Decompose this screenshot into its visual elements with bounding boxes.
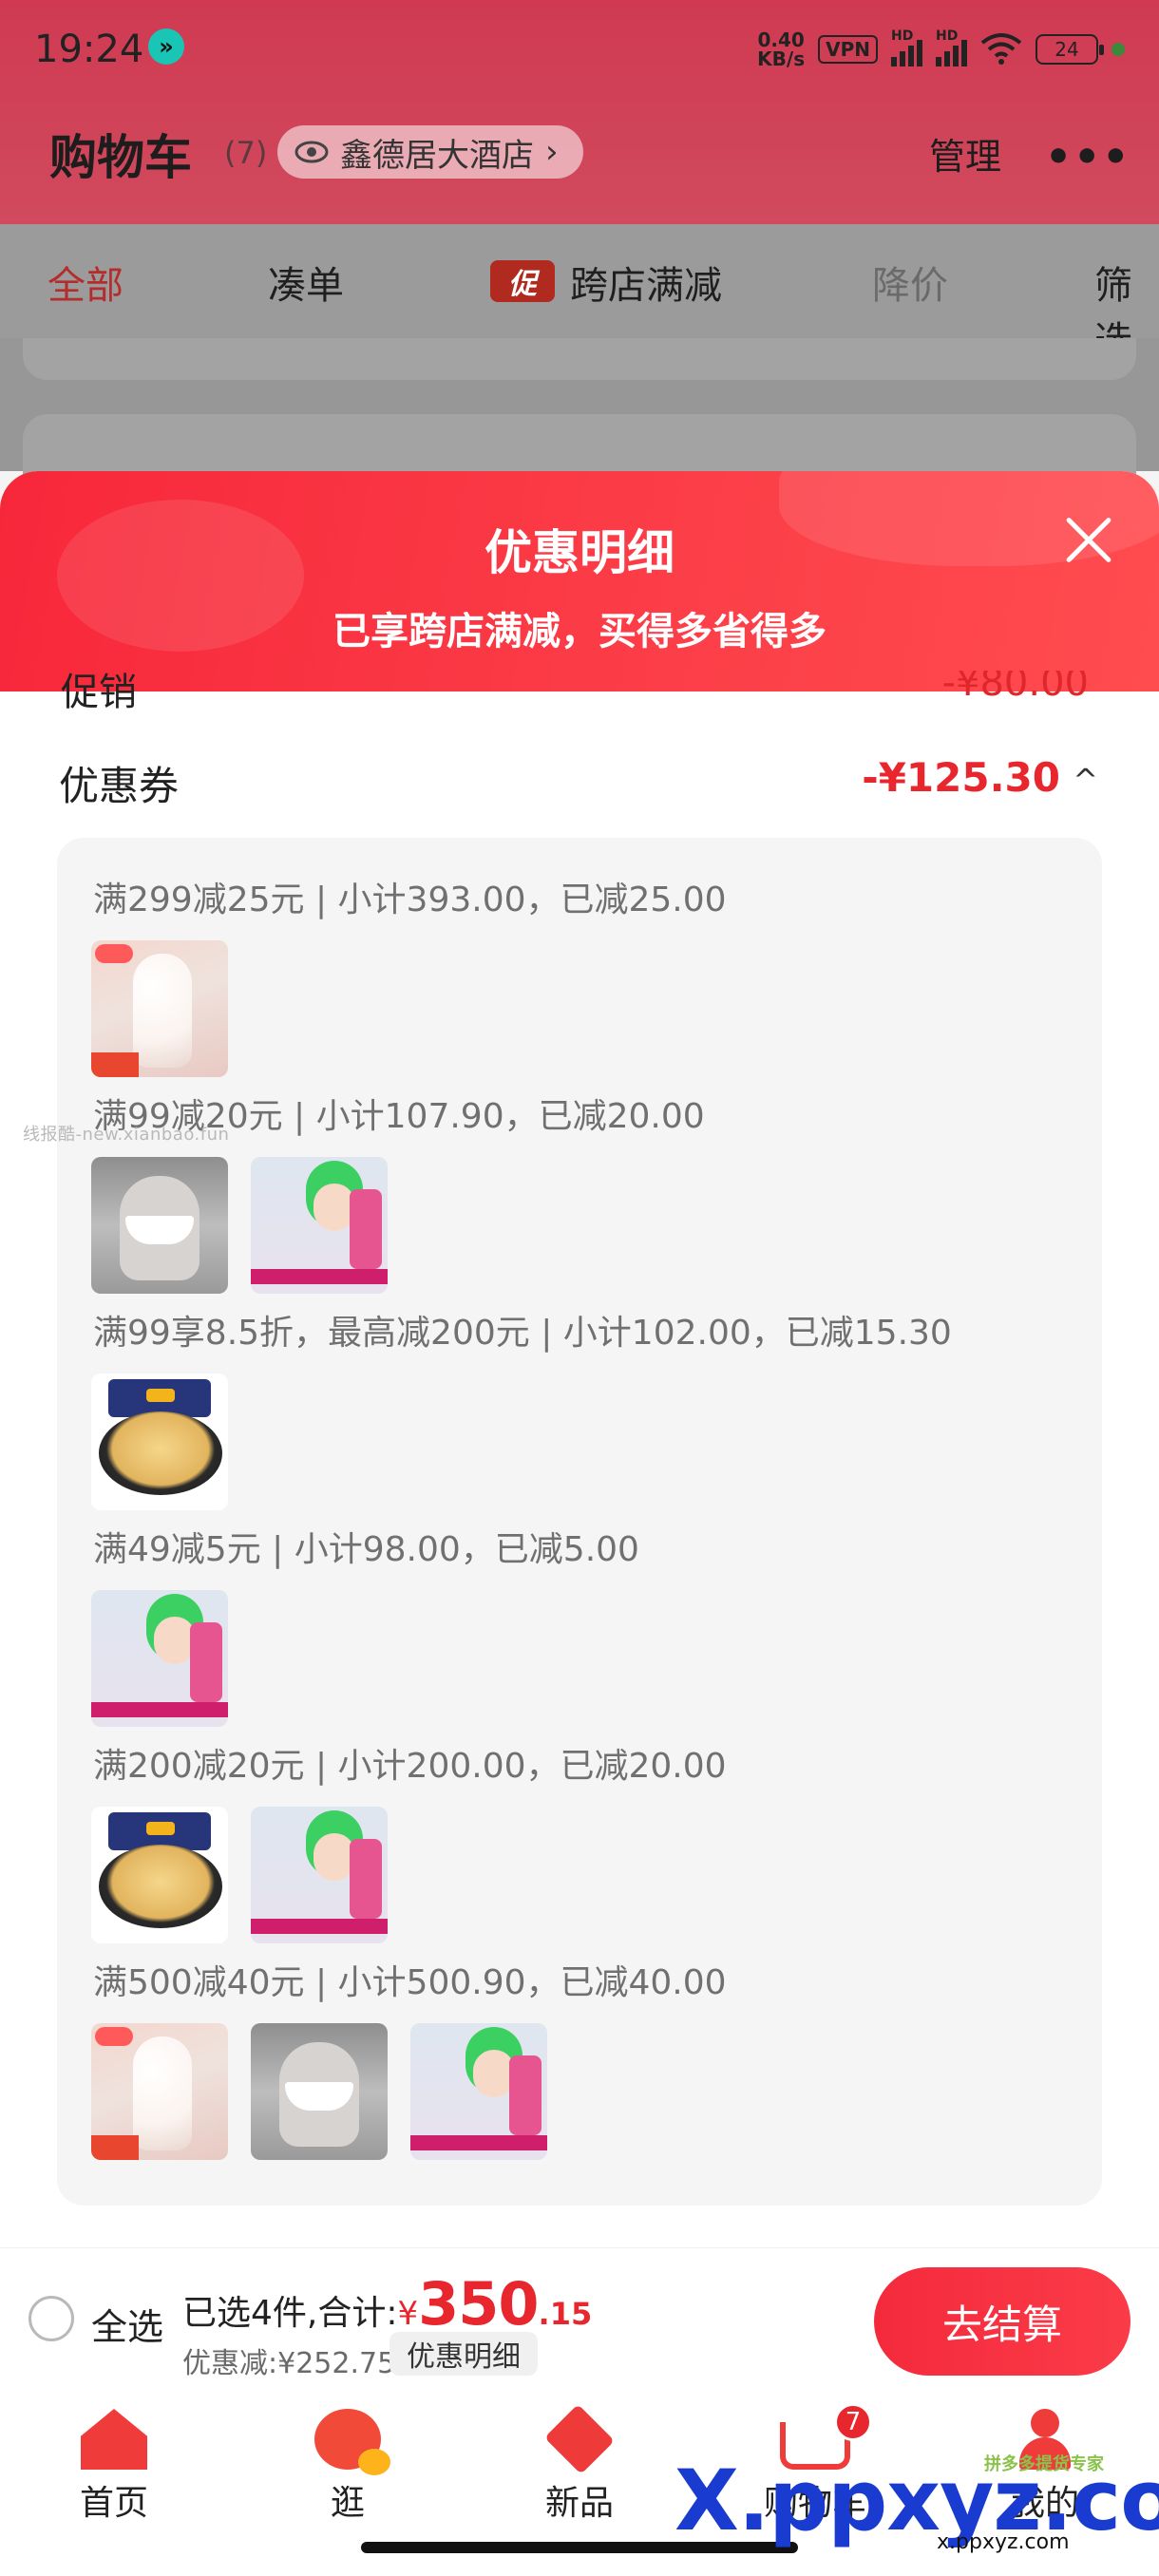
coupon-rule-text: 满49减5元 | 小计98.00，已减5.00 — [93, 1530, 639, 1569]
network-speed: 0.40 KB/s — [757, 30, 805, 68]
tab-all[interactable]: 全部 — [48, 255, 124, 310]
promo-badge: 促 — [490, 260, 555, 302]
cart-count: (7) — [224, 135, 268, 171]
sheet-title: 优惠明细 — [484, 525, 674, 580]
product-thumbnail-cake[interactable] — [91, 1373, 228, 1510]
manage-button[interactable]: 管理 — [929, 127, 1001, 180]
product-thumbnail-cake[interactable] — [91, 1807, 228, 1943]
product-thumbnail-lotion[interactable] — [410, 2023, 547, 2160]
browse-icon — [314, 2409, 390, 2475]
watermark-url: x.ppxyz.com — [937, 2530, 1070, 2554]
promotion-row: 促销 -¥80.00 — [57, 671, 1102, 712]
speed-value: 0.40 — [757, 28, 805, 51]
fast-forward-icon: » — [148, 28, 184, 65]
checkout-button[interactable]: 去结算 — [874, 2267, 1130, 2376]
product-thumbnails — [91, 1807, 388, 1943]
home-icon — [81, 2409, 147, 2470]
status-time: 19:24 — [34, 28, 144, 71]
hd-label: HD — [936, 28, 959, 44]
eye-icon — [294, 141, 329, 163]
product-thumbnail-lotion[interactable] — [91, 1590, 228, 1727]
product-thumbnails — [91, 940, 228, 1077]
product-thumbnails — [91, 1590, 228, 1727]
discount-detail-sheet: 优惠明细 已享跨店满减，买得多省得多 促销 -¥80.00 优惠券 -¥125.… — [0, 471, 1159, 2447]
product-thumbnail-underwear[interactable] — [91, 1157, 228, 1294]
page-title: 购物车 — [49, 130, 192, 185]
product-thumbnail-model[interactable] — [91, 2023, 228, 2160]
coupon-rule-text: 满99享8.5折，最高减200元 | 小计102.00，已减15.30 — [93, 1314, 952, 1353]
coupon-row[interactable]: 优惠券 -¥125.30 ^ — [57, 754, 1102, 811]
promotion-label: 促销 — [61, 671, 137, 712]
battery-icon: 24 — [1036, 34, 1104, 65]
store-name: 鑫德居大酒店 — [340, 136, 534, 175]
store-selector[interactable]: 鑫德居大酒店 › — [277, 125, 583, 179]
indicator-dot — [1112, 43, 1125, 56]
hd-label: HD — [891, 28, 914, 44]
nav-browse-label: 逛 — [330, 2484, 365, 2523]
nav-new[interactable]: 新品 — [513, 2404, 646, 2525]
total-decimal: .15 — [538, 2296, 593, 2332]
product-thumbnails — [91, 1157, 388, 1294]
coupon-value: -¥125.30 — [862, 754, 1060, 801]
signal-icon: HD — [891, 28, 922, 66]
app-header: 19:24 » 0.40 KB/s VPN HD HD 24 购物车 (7) 鑫… — [0, 0, 1159, 224]
promotion-value: -¥80.00 — [941, 671, 1089, 705]
discount-detail-button[interactable]: 优惠明细 — [390, 2332, 538, 2376]
more-icon[interactable]: ••• — [1045, 133, 1130, 181]
vpn-icon: VPN — [818, 35, 878, 64]
product-thumbnails — [91, 2023, 547, 2160]
status-icons: 0.40 KB/s VPN HD HD 24 — [757, 23, 1125, 76]
cube-icon — [544, 2404, 615, 2474]
dimmed-card — [23, 338, 1136, 380]
cart-badge: 7 — [834, 2403, 872, 2441]
close-icon[interactable] — [1062, 513, 1115, 566]
product-thumbnail-lotion[interactable] — [251, 1807, 388, 1943]
product-thumbnail-model[interactable] — [91, 940, 228, 1077]
tab-cou-dan[interactable]: 凑单 — [268, 255, 344, 310]
tab-cross-store[interactable]: 跨店满减 — [570, 255, 722, 310]
screen: 19:24 » 0.40 KB/s VPN HD HD 24 购物车 (7) 鑫… — [0, 0, 1159, 2576]
product-thumbnail-underwear[interactable] — [251, 2023, 388, 2160]
select-all-checkbox[interactable] — [28, 2296, 74, 2341]
product-thumbnail-lotion[interactable] — [251, 1157, 388, 1294]
summary-label: 已选4件,合计: — [182, 2294, 398, 2333]
wifi-icon — [980, 33, 1022, 65]
sheet-header: 优惠明细 已享跨店满减，买得多省得多 — [0, 471, 1159, 691]
discount-amount: 优惠减:¥252.75 — [182, 2347, 396, 2380]
nav-browse[interactable]: 逛 — [281, 2409, 414, 2525]
dimmed-cart-list — [0, 338, 1159, 528]
sheet-subtitle: 已享跨店满减，买得多省得多 — [332, 610, 826, 653]
filter-tabs: 全部 凑单 促 跨店满减 降价 筛选 — [0, 224, 1159, 363]
coupon-detail-list: 满299减25元 | 小计393.00，已减25.00 满99减20元 | 小计1… — [57, 838, 1102, 2206]
watermark-text: 线报酷-new.xianbao.fun — [23, 1125, 230, 1145]
tab-price-drop[interactable]: 降价 — [872, 255, 948, 310]
coupon-label: 优惠券 — [59, 763, 180, 809]
product-thumbnails — [91, 1373, 228, 1510]
watermark-logo: X.ppxyz.com — [674, 2452, 1159, 2549]
checkout-bar: 全选 已选4件,合计: ¥ 350 .15 优惠减:¥252.75 优惠明细 去… — [0, 2247, 1159, 2390]
currency-symbol: ¥ — [397, 2295, 419, 2333]
signal-icon: HD — [936, 28, 967, 66]
select-all-label[interactable]: 全选 — [91, 2298, 163, 2350]
chevron-up-icon[interactable]: ^ — [1073, 762, 1098, 798]
chevron-right-icon: › — [545, 133, 559, 171]
total-integer: 350 — [418, 2269, 539, 2339]
nav-home[interactable]: 首页 — [48, 2409, 180, 2525]
coupon-rule-text: 满299减25元 | 小计393.00，已减25.00 — [93, 881, 727, 919]
coupon-rule-text: 满200减20元 | 小计200.00，已减20.00 — [93, 1747, 727, 1786]
coupon-rule-text: 满500减40元 | 小计500.90，已减40.00 — [93, 1963, 727, 2002]
nav-new-label: 新品 — [544, 2484, 614, 2523]
total-summary: 已选4件,合计: ¥ 350 .15 — [182, 2269, 592, 2339]
speed-unit: KB/s — [757, 47, 806, 70]
nav-home-label: 首页 — [79, 2484, 148, 2523]
